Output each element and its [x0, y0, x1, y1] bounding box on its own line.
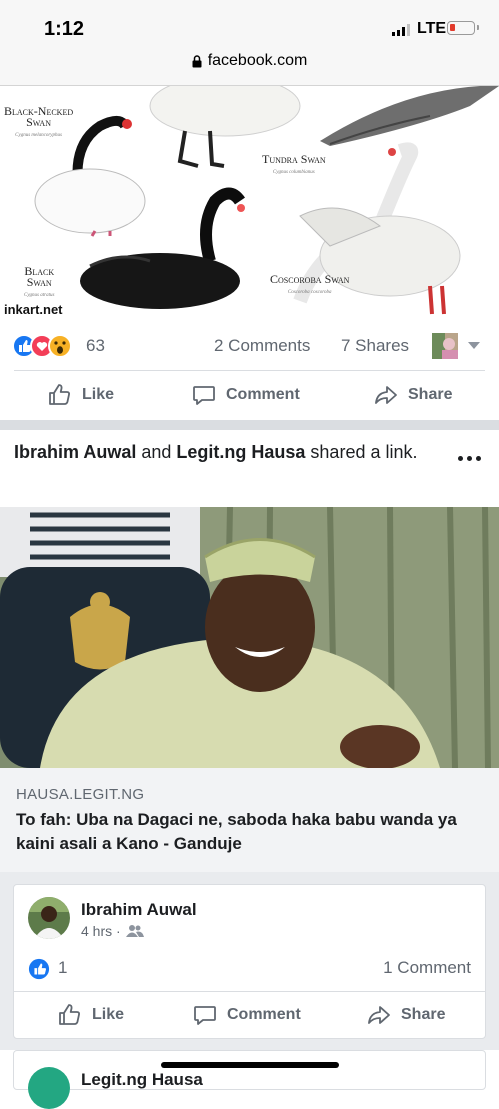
- link-title: To fah: Uba na Dagaci ne, saboda haka ba…: [16, 810, 457, 853]
- share-arrow-icon: [368, 1006, 390, 1024]
- comment-label: Comment: [227, 1006, 301, 1023]
- avatar[interactable]: [28, 1067, 70, 1109]
- swan-label-black-necked: Black-Necked Swan Cygnus melancoryphus: [4, 104, 74, 138]
- wow-reaction-icon: [48, 334, 72, 358]
- like-label: Like: [82, 386, 115, 403]
- comment-button[interactable]: Comment: [193, 991, 301, 1039]
- post-time[interactable]: 4 hrs ·: [81, 923, 121, 939]
- sharer-avatar[interactable]: [432, 333, 458, 359]
- reaction-icons[interactable]: [12, 334, 80, 358]
- link-preview-card[interactable]: HAUSA.LEGIT.NG To fah: Uba na Dagaci ne,…: [0, 768, 499, 872]
- url-text: facebook.com: [207, 52, 308, 69]
- comments-count-link[interactable]: 1 Comment: [383, 958, 471, 978]
- like-reaction-icon[interactable]: [28, 958, 50, 980]
- share-arrow-icon: [375, 386, 397, 404]
- reaction-count[interactable]: 63: [86, 336, 105, 356]
- share-button[interactable]: Share: [367, 991, 445, 1039]
- audience-caret-icon[interactable]: [468, 342, 480, 349]
- like-thumb-icon: [59, 1004, 80, 1025]
- signal-icon: [392, 24, 410, 36]
- swan-illustration: [34, 86, 499, 315]
- actor1-link[interactable]: Ibrahim Auwal: [14, 442, 136, 462]
- like-label: Like: [92, 1006, 125, 1023]
- comment-label: Comment: [226, 386, 300, 403]
- comment-bubble-icon: [194, 1006, 216, 1025]
- status-bar: 1:12 LTE: [0, 0, 499, 50]
- like-count[interactable]: 1: [58, 958, 67, 978]
- ganduje-photo: [0, 507, 499, 768]
- network-label: LTE: [417, 20, 447, 37]
- shares-count-link[interactable]: 7 Shares: [341, 336, 409, 356]
- comment-button[interactable]: Comment: [192, 370, 300, 420]
- battery-icon: [447, 21, 479, 35]
- reactions-row: 63 2 Comments 7 Shares: [0, 326, 499, 366]
- feed-separator: [0, 420, 499, 430]
- friends-audience-icon: [125, 925, 144, 937]
- card-action-bar: Like Comment Share: [1, 991, 499, 1039]
- like-button[interactable]: Like: [48, 370, 114, 420]
- address-bar[interactable]: facebook.com: [0, 50, 499, 86]
- lock-icon: [192, 54, 202, 67]
- shared-post-card: Ibrahim Auwal 4 hrs · 1 1 Comment Like C…: [13, 884, 486, 1039]
- swan-label-coscoroba: Coscoroba Swan Coscoroba coscoroba: [270, 272, 350, 295]
- author-name[interactable]: Ibrahim Auwal: [81, 900, 197, 920]
- share-button[interactable]: Share: [374, 370, 452, 420]
- share-label: Share: [408, 386, 453, 403]
- actor2-link[interactable]: Legit.ng Hausa: [176, 442, 305, 462]
- author-name[interactable]: Legit.ng Hausa: [81, 1070, 203, 1090]
- avatar[interactable]: [28, 897, 70, 939]
- next-post-card: Legit.ng Hausa: [13, 1050, 486, 1109]
- share-label: Share: [401, 1006, 446, 1023]
- like-thumb-icon: [49, 384, 70, 405]
- home-indicator[interactable]: [161, 1062, 339, 1068]
- swan-label-tundra: Tundra Swan Cygnus columbianus: [262, 152, 326, 175]
- post1-action-bar: Like Comment Share: [0, 370, 499, 420]
- image-watermark: inkart.net: [4, 302, 63, 317]
- post-meta: 4 hrs ·: [81, 923, 144, 939]
- more-options-icon[interactable]: [458, 456, 481, 461]
- swan-label-black: Black Swan Cygnus atratus: [24, 264, 55, 298]
- comment-bubble-icon: [193, 386, 215, 405]
- link-domain: HAUSA.LEGIT.NG: [16, 786, 145, 803]
- comments-count-link[interactable]: 2 Comments: [214, 336, 310, 356]
- swan-image[interactable]: Black-Necked Swan Cygnus melancoryphus Tu…: [0, 86, 499, 318]
- status-time: 1:12: [44, 18, 85, 40]
- like-button[interactable]: Like: [58, 991, 124, 1039]
- post2-header: Ibrahim Auwal and Legit.ng Hausa shared …: [14, 442, 418, 462]
- link-preview-image[interactable]: [0, 507, 499, 768]
